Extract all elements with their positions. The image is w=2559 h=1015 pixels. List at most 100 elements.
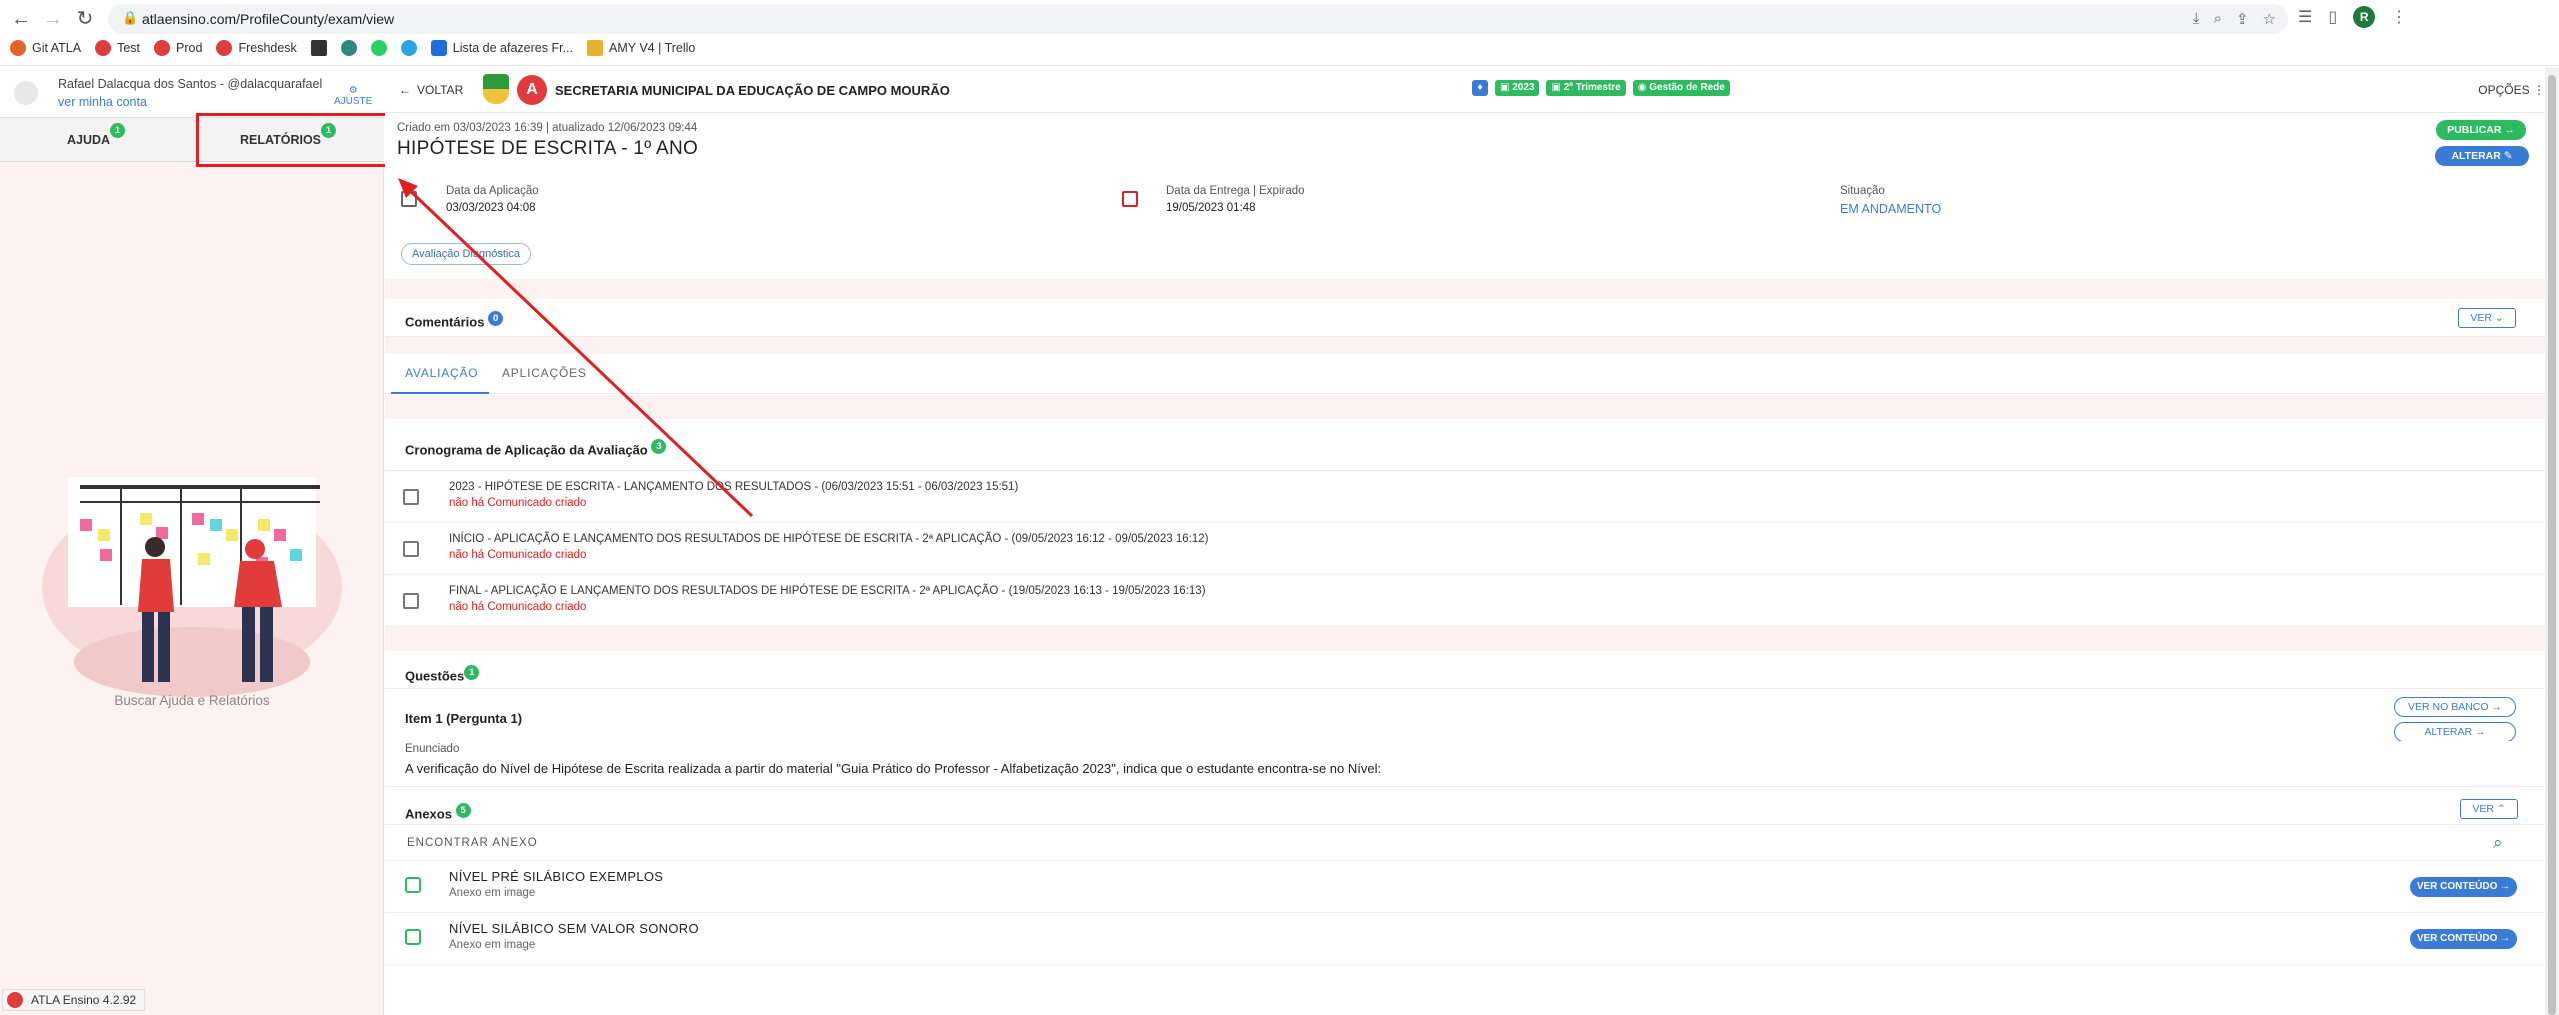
schedule-section: Cronograma de Aplicação da Avaliação 3	[385, 419, 2545, 471]
calendar-icon	[403, 593, 419, 609]
gitlab-icon	[10, 40, 26, 56]
questions-section: Questões 1	[385, 651, 2545, 689]
calendar-icon	[403, 489, 419, 505]
arrow-left-icon: ←	[399, 83, 411, 97]
context-pills: ♦ ▣ 2023 ▣ 2º Trimestre ◉ Gestão de Rede	[1472, 80, 1730, 96]
section-spacer	[385, 395, 2545, 419]
view-content-button[interactable]: VER CONTEÚDO →	[2410, 929, 2517, 949]
back-button[interactable]: ← VOLTAR	[399, 83, 463, 97]
view-content-button[interactable]: VER CONTEÚDO →	[2410, 877, 2517, 897]
view-in-bank-button[interactable]: VER NO BANCO →	[2394, 697, 2516, 717]
lock-icon: 🔒	[122, 10, 139, 25]
bookmark-whatsapp[interactable]	[370, 40, 387, 56]
bookmarks-bar: Git ATLA Test Prod Freshdesk Lista de af…	[10, 40, 695, 56]
mail-icon	[340, 40, 357, 56]
assessment-type-tag[interactable]: Avaliação Diagnóstica	[401, 243, 532, 265]
image-icon	[405, 929, 421, 945]
zoom-icon[interactable]: ⌕	[2214, 10, 2222, 28]
period-pill: ▣ 2º Trimestre	[1546, 80, 1626, 96]
alter-button[interactable]: ALTERAR ✎	[2435, 146, 2529, 166]
bookmark-test[interactable]: Test	[95, 40, 140, 56]
back-arrow-icon[interactable]: ←	[8, 6, 34, 32]
profile-avatar[interactable]: R	[2353, 6, 2376, 28]
bookmark-trello[interactable]: AMY V4 | Trello	[587, 40, 695, 56]
scrollbar[interactable]	[2545, 67, 2559, 1015]
attachments-section: Anexos 5 VER ⌃	[385, 787, 2545, 825]
dots-icon: ⋮	[2533, 83, 2545, 97]
attachments-badge: 5	[455, 803, 471, 818]
address-bar[interactable]: 🔒 atlaensino.com/ProfileCounty/exam/view…	[108, 4, 2288, 34]
bookmark-prod[interactable]: Prod	[154, 40, 202, 56]
scrollbar-thumb[interactable]	[2548, 75, 2556, 1015]
comments-ver-button[interactable]: VER ⌄	[2458, 308, 2516, 328]
main-tabs: AVALIAÇÃO APLICAÇÕES	[385, 354, 2545, 394]
schedule-item[interactable]: 2023 - HIPÓTESE DE ESCRITA - LANÇAMENTO …	[385, 471, 2545, 523]
calendar-icon	[401, 191, 417, 207]
find-attachment-row: ENCONTRAR ANEXO ⌕	[385, 825, 2545, 861]
search-icon[interactable]: ⌕	[2493, 833, 2503, 853]
exam-meta: Criado em 03/03/2023 16:39 | atualizado …	[397, 122, 698, 134]
bookmark-todo[interactable]: Lista de afazeres Fr...	[430, 40, 573, 56]
context-icon: ♦	[1472, 80, 1488, 96]
help-sidebar: Rafael Dalacqua dos Santos - @dalacquara…	[0, 67, 389, 1015]
schedule-item[interactable]: FINAL - APLICAÇÃO E LANÇAMENTO DOS RESUL…	[385, 575, 2545, 627]
schedule-item[interactable]: INÍCIO - APLICAÇÃO E LANÇAMENTO DOS RESU…	[385, 523, 2545, 575]
atla-icon	[95, 40, 112, 56]
tab-aplicacoes[interactable]: APLICAÇÕES	[502, 366, 587, 380]
tab-help[interactable]: AJUDA1	[0, 118, 192, 163]
tab-avaliacao[interactable]: AVALIAÇÃO	[405, 366, 478, 380]
question-item: Item 1 (Pergunta 1) VER NO BANCO → ALTER…	[385, 689, 2545, 742]
gear-icon: ⚙	[348, 85, 358, 96]
alter-question-button[interactable]: ALTERAR →	[2394, 722, 2516, 742]
publish-button[interactable]: PUBLICAR →	[2436, 120, 2526, 140]
question-statement: Enunciado A verificação do Nível de Hipó…	[385, 741, 2545, 787]
organization-name: SECRETARIA MUNICIPAL DA EDUCAÇÃO DE CAMP…	[555, 83, 950, 98]
forward-arrow-icon[interactable]: →	[40, 6, 66, 32]
section-spacer	[385, 627, 2545, 651]
my-account-link[interactable]: ver minha conta	[58, 95, 147, 109]
tab-badge: 1	[110, 122, 126, 138]
page-title: HIPÓTESE DE ESCRITA - 1º ANO	[397, 138, 699, 159]
attachment-item[interactable]: NÍVEL SILÁBICO SEM VALOR SONORO Anexo em…	[385, 913, 2545, 965]
atla-icon	[216, 40, 233, 56]
install-icon[interactable]: ⤓	[2193, 10, 2200, 28]
bookmark-star-icon[interactable]: ☆	[2263, 10, 2276, 28]
status: Situação EM ANDAMENTO	[1840, 185, 1942, 216]
comments-badge: 0	[488, 311, 504, 326]
version-badge: ATLA Ensino 4.2.92	[2, 989, 146, 1011]
attachments-ver-button[interactable]: VER ⌃	[2460, 799, 2518, 819]
options-menu[interactable]: OPÇÕES ⋮	[2478, 83, 2545, 97]
annotation-highlight-box	[196, 113, 389, 167]
side-panel-icon[interactable]: ▯	[2328, 7, 2337, 27]
atla-logo: A	[517, 75, 547, 105]
bookmark-mail[interactable]	[340, 40, 357, 56]
trello-icon	[587, 40, 603, 56]
app-icon	[310, 40, 327, 56]
share-icon[interactable]: ⇪	[2236, 10, 2249, 28]
menu-dots-icon[interactable]: ⋮	[2391, 7, 2407, 27]
active-tab-underline	[391, 392, 489, 394]
reading-list-icon[interactable]: ☰	[2298, 7, 2312, 27]
trello-icon	[430, 40, 447, 56]
attachment-item[interactable]: NÍVEL PRÉ SILÁBICO EXEMPLOS Anexo em ima…	[385, 861, 2545, 913]
bookmark-app[interactable]	[310, 40, 327, 56]
comments-section: Comentários 0 VER ⌄	[385, 299, 2545, 337]
atla-logo-icon	[7, 992, 23, 1008]
adjust-button[interactable]: ⚙ AJUSTE	[334, 85, 372, 107]
network-pill: ◉ Gestão de Rede	[1632, 80, 1730, 96]
calendar-icon	[403, 541, 419, 557]
avatar	[14, 81, 38, 105]
bookmark-telegram[interactable]	[400, 40, 417, 56]
whatsapp-icon	[370, 40, 387, 56]
status-badge: EM ANDAMENTO	[1840, 202, 1942, 216]
telegram-icon	[400, 40, 417, 56]
top-bar: ← VOLTAR A SECRETARIA MUNICIPAL DA EDUCA…	[385, 67, 2559, 113]
questions-badge: 1	[464, 665, 480, 680]
bookmark-freshdesk[interactable]: Freshdesk	[216, 40, 297, 56]
reload-icon[interactable]: ↻	[72, 6, 98, 32]
atla-icon	[154, 40, 171, 56]
url-text[interactable]: atlaensino.com/ProfileCounty/exam/view	[142, 11, 394, 27]
bookmark-git-atla[interactable]: Git ATLA	[10, 40, 81, 56]
browser-chrome: ← → ↻ 🔒 atlaensino.com/ProfileCounty/exa…	[0, 0, 2559, 66]
delivery-date: Data da Entrega | Expirado 19/05/2023 01…	[1166, 185, 1305, 214]
